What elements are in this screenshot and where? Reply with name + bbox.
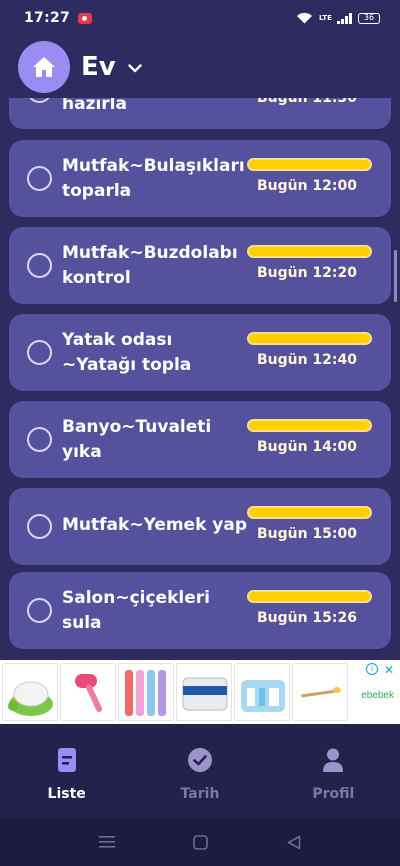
check-circle-icon	[187, 748, 212, 772]
task-checkbox[interactable]	[27, 166, 52, 191]
task-due-time: Bugün 11:30	[256, 98, 357, 106]
task-progress-bar	[247, 245, 372, 258]
list-title[interactable]: Ev	[81, 52, 116, 82]
home-button[interactable]	[18, 41, 70, 93]
app-header: Ev	[0, 36, 400, 98]
task-checkbox[interactable]	[27, 598, 52, 623]
task-card[interactable]: Mutfak~Yemek yap Bugün 15:00	[9, 488, 391, 565]
task-card[interactable]: Mutfak~Buzdolabı kontrol Bugün 12:20	[9, 227, 391, 304]
list-icon	[57, 748, 76, 772]
task-due-time: Bugün 15:26	[256, 610, 357, 626]
task-name: Mutfak~Yemek yap	[62, 515, 248, 535]
battery-level: 36	[363, 13, 375, 22]
task-card[interactable]: Salon~çiçekleri sula Bugün 15:26	[9, 572, 391, 649]
home-square-icon[interactable]	[193, 834, 209, 850]
ad-product-image[interactable]	[60, 663, 116, 721]
ad-product-image[interactable]	[2, 663, 58, 721]
task-progress-bar	[247, 506, 372, 519]
task-card[interactable]: hazırla Bugün 11:30	[9, 98, 391, 129]
task-list[interactable]: hazırla Bugün 11:30 Mutfak~Bulaşıkları t…	[0, 98, 400, 658]
network-type-label: LTE	[319, 13, 332, 22]
task-due-time: Bugün 15:00	[256, 526, 357, 542]
task-checkbox[interactable]	[27, 427, 52, 452]
task-card[interactable]: Mutfak~Bulaşıkları toparla Bugün 12:00	[9, 140, 391, 217]
signal-icon	[337, 12, 352, 24]
ad-product-image[interactable]	[234, 663, 290, 721]
ad-info-icon[interactable]: i	[366, 663, 378, 675]
screen-record-icon	[78, 12, 93, 24]
nav-label: Tarih	[180, 786, 220, 802]
task-progress-bar	[247, 590, 372, 603]
task-checkbox[interactable]	[27, 340, 52, 365]
nav-item-tarih[interactable]: Tarih	[133, 724, 266, 818]
nav-item-liste[interactable]: Liste	[0, 724, 133, 818]
task-name: Mutfak~Bulaşıkları toparla	[62, 156, 245, 201]
task-checkbox[interactable]	[27, 514, 52, 539]
status-bar: 17:27 LTE 36	[0, 0, 400, 36]
task-card[interactable]: Yatak odası ~Yatağı topla Bugün 12:40	[9, 314, 391, 391]
home-icon	[33, 57, 55, 77]
task-name: Banyo~Tuvaleti yıka	[62, 417, 212, 462]
menu-icon[interactable]	[99, 835, 116, 849]
task-progress-bar	[247, 332, 372, 345]
ad-banner[interactable]: i ✕ ebebek	[0, 660, 400, 724]
task-progress-bar	[247, 158, 372, 171]
close-icon[interactable]: ✕	[384, 663, 394, 677]
task-name: Salon~çiçekleri sula	[62, 588, 210, 633]
task-due-time: Bugün 12:20	[256, 265, 357, 281]
nav-item-profil[interactable]: Profil	[267, 724, 400, 818]
status-icons: LTE 36	[296, 12, 380, 24]
task-due-time: Bugün 12:00	[256, 178, 357, 194]
status-time: 17:27	[24, 10, 71, 26]
wifi-icon	[297, 12, 312, 24]
task-name: Mutfak~Buzdolabı kontrol	[62, 243, 238, 288]
task-name: hazırla	[62, 98, 127, 114]
task-checkbox[interactable]	[27, 98, 52, 103]
task-due-time: Bugün 14:00	[256, 439, 357, 455]
bottom-navigation: Liste Tarih Profil	[0, 724, 400, 818]
list-scrollbar[interactable]	[394, 250, 397, 302]
task-name: Yatak odası ~Yatağı topla	[62, 330, 192, 375]
task-progress-bar	[247, 419, 372, 432]
task-card[interactable]: Banyo~Tuvaleti yıka Bugün 14:00	[9, 401, 391, 478]
ad-product-image[interactable]	[292, 663, 348, 721]
task-checkbox[interactable]	[27, 253, 52, 278]
back-icon[interactable]	[287, 835, 301, 850]
ad-product-image[interactable]	[118, 663, 174, 721]
battery-icon: 36	[358, 12, 380, 24]
ad-product-image[interactable]	[176, 663, 232, 721]
ad-brand-logo[interactable]: ebebek	[361, 690, 394, 701]
task-due-time: Bugün 12:40	[256, 352, 357, 368]
chevron-down-icon[interactable]	[128, 63, 142, 73]
nav-label: Liste	[47, 786, 86, 802]
user-icon	[323, 748, 344, 772]
nav-label: Profil	[312, 786, 355, 802]
system-navigation-bar	[0, 818, 400, 866]
